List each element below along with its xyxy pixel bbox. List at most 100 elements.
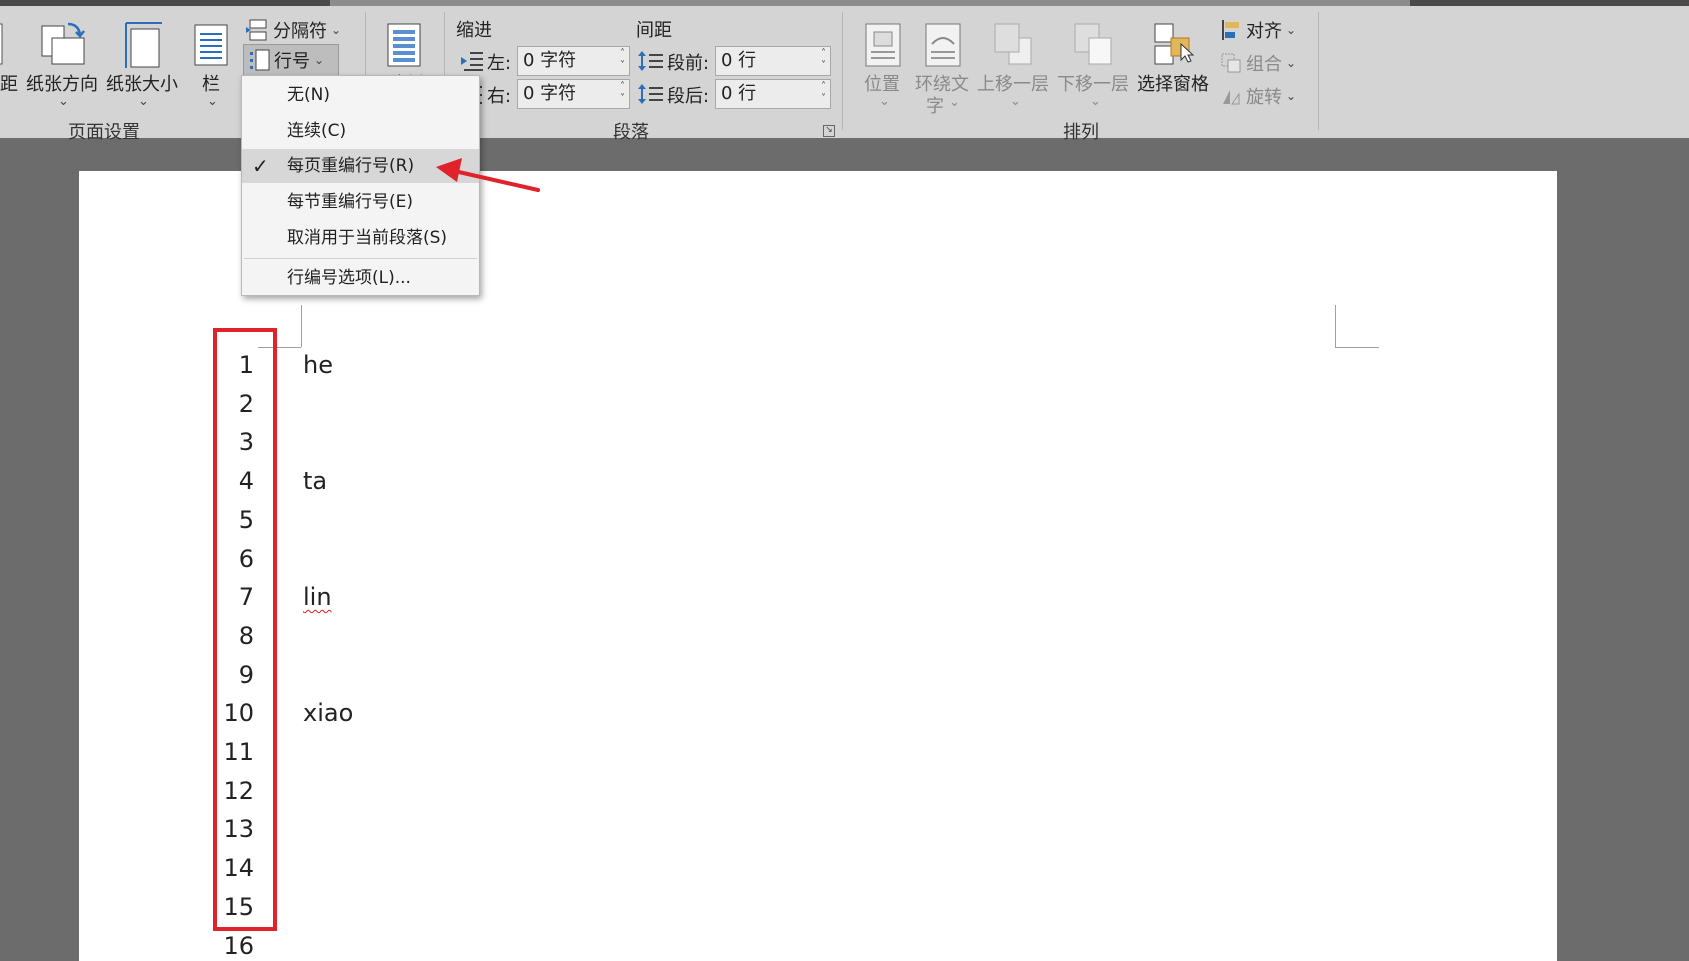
draft-paper-icon (387, 23, 421, 67)
rotate-button[interactable]: 旋转 ⌄ (1220, 82, 1296, 110)
menu-item-suppress-current-paragraph[interactable]: 取消用于当前段落(S) (242, 221, 479, 255)
breaks-button[interactable]: 分隔符 ⌄ (245, 16, 341, 44)
group-icon (1221, 53, 1241, 73)
orientation-label: 纸张方向 (26, 74, 98, 95)
spacing-before-label: 段前: (667, 53, 710, 74)
spinner-arrows-icon[interactable]: ˄ ˅ (620, 48, 625, 72)
crop-mark-right-vertical (1335, 305, 1336, 347)
wrap-text-label-line2: 字 (926, 96, 944, 117)
menu-item-restart-each-page[interactable]: ✓ 每页重编行号(R) (242, 149, 479, 183)
spinner-arrows-icon[interactable]: ˄ ˅ (821, 81, 826, 105)
columns-icon (194, 24, 228, 66)
spacing-before-icon (638, 51, 663, 71)
document-line-text[interactable]: lin (303, 583, 332, 611)
chevron-down-icon: ⌄ (1090, 94, 1101, 109)
line-numbers-highlight-box (213, 328, 277, 931)
menu-item-line-numbering-options[interactable]: 行编号选项(L)... (242, 261, 479, 295)
columns-button[interactable]: 栏 ⌄ (190, 14, 234, 114)
spinner-arrows-icon[interactable]: ˄ ˅ (620, 81, 625, 105)
line-numbers-label: 行号 (274, 51, 310, 72)
line-numbers-icon (250, 49, 270, 71)
margins-label: 距 (0, 74, 18, 95)
spacing-after-input[interactable]: 0 行 ˄ ˅ (715, 79, 831, 109)
chevron-down-icon: ⌄ (1010, 94, 1021, 109)
wrap-text-button[interactable]: 环绕文 字 ⌄ (913, 14, 973, 117)
chevron-down-icon: ⌄ (879, 94, 890, 109)
spinner-arrows-icon[interactable]: ˄ ˅ (821, 48, 826, 72)
group-objects-button[interactable]: 组合 ⌄ (1220, 49, 1296, 77)
paper-size-label: 纸张大小 (106, 74, 178, 95)
paper-size-button[interactable]: 纸张大小 ⌄ (104, 14, 184, 114)
wrap-text-icon (925, 23, 961, 67)
menu-item-restart-each-section[interactable]: 每节重编行号(E) (242, 185, 479, 219)
group-objects-label: 组合 (1246, 54, 1282, 75)
spacing-after-icon (638, 84, 663, 104)
chevron-down-icon: ⌄ (207, 94, 218, 109)
menu-item-label: 无(N) (287, 85, 330, 105)
menu-item-label: 连续(C) (287, 121, 347, 141)
indent-right-input[interactable]: 0 字符 ˄ ˅ (517, 79, 630, 109)
crop-mark-left-vertical (301, 305, 302, 347)
chevron-down-icon: ⌄ (1286, 89, 1297, 103)
menu-item-label: 每节重编行号(E) (287, 192, 414, 212)
document-line-text[interactable]: he (303, 351, 333, 379)
send-backward-icon (1074, 23, 1112, 65)
selection-pane-icon (1154, 23, 1195, 65)
indent-right-label: 右: (487, 86, 512, 107)
bring-forward-label: 上移一层 (977, 74, 1049, 95)
menu-item-continuous[interactable]: 连续(C) (242, 114, 479, 148)
menu-item-label: 行编号选项(L)... (287, 268, 411, 288)
menu-item-label: 每页重编行号(R) (287, 156, 415, 176)
send-backward-label: 下移一层 (1057, 74, 1129, 95)
breaks-icon (246, 19, 267, 41)
indent-right-value: 0 字符 (523, 83, 577, 104)
spacing-after-label: 段后: (667, 86, 710, 107)
margins-icon (0, 23, 3, 65)
chevron-down-icon: ⌄ (58, 94, 69, 109)
align-button[interactable]: 对齐 ⌄ (1220, 16, 1296, 44)
paragraph-group-label: 段落 (613, 122, 649, 143)
chevron-down-icon: ⌄ (1286, 56, 1297, 70)
document-line-text[interactable]: ta (303, 467, 327, 495)
spacing-header: 间距 (636, 20, 672, 41)
position-label: 位置 (864, 74, 900, 95)
group-separator (842, 12, 843, 130)
selection-pane-button[interactable]: 选择窗格 (1137, 14, 1211, 114)
crop-mark-right-horizontal (1335, 347, 1379, 348)
bring-forward-icon (994, 23, 1032, 65)
menu-item-label: 取消用于当前段落(S) (287, 228, 448, 248)
menu-item-none[interactable]: 无(N) (242, 78, 479, 112)
chevron-down-icon: ⌄ (1286, 23, 1297, 37)
indent-left-icon (461, 52, 483, 71)
page-setup-group-label: 页面设置 (68, 122, 140, 143)
position-button[interactable]: 位置 ⌄ (858, 14, 908, 114)
indent-left-input[interactable]: 0 字符 ˄ ˅ (517, 46, 630, 76)
line-numbers-dropdown-menu: 无(N) 连续(C) ✓ 每页重编行号(R) 每节重编行号(E) 取消用于当前段… (241, 75, 480, 296)
arrange-group-label: 排列 (1063, 122, 1099, 143)
spacing-after-value: 0 行 (721, 83, 757, 104)
chevron-down-icon: ⌄ (314, 53, 325, 67)
indent-left-value: 0 字符 (523, 50, 577, 71)
line-numbers-button[interactable]: 行号 ⌄ (243, 44, 339, 76)
chevron-down-icon: ⌄ (949, 95, 960, 110)
selection-pane-label: 选择窗格 (1137, 74, 1209, 95)
align-label: 对齐 (1246, 21, 1282, 42)
orientation-icon (41, 22, 85, 65)
bring-forward-button[interactable]: 上移一层 ⌄ (977, 14, 1051, 114)
spacing-before-input[interactable]: 0 行 ˄ ˅ (715, 46, 831, 76)
orientation-button[interactable]: 纸张方向 ⌄ (24, 14, 104, 114)
send-backward-button[interactable]: 下移一层 ⌄ (1057, 14, 1131, 114)
rotate-icon (1223, 90, 1240, 105)
group-separator (1318, 12, 1319, 130)
rotate-label: 旋转 (1246, 87, 1282, 108)
spacing-before-value: 0 行 (721, 50, 757, 71)
document-line-text[interactable]: xiao (303, 699, 353, 727)
dialog-launcher-icon[interactable]: ↘ (823, 125, 835, 137)
checkmark-icon: ✓ (252, 154, 269, 178)
line-number: 16 (223, 931, 254, 960)
chevron-down-icon: ⌄ (331, 23, 342, 37)
menu-separator (244, 258, 477, 259)
paper-size-icon (125, 22, 162, 68)
breaks-label: 分隔符 (273, 21, 327, 42)
position-icon (865, 23, 901, 67)
